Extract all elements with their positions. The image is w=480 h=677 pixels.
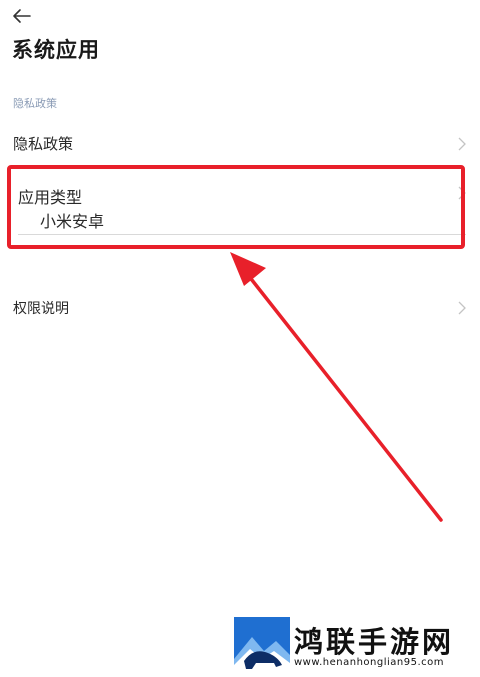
privacy-policy-label: 隐私政策 xyxy=(13,135,74,153)
arrow-left-icon xyxy=(13,9,31,23)
app-type-row[interactable]: 应用类型 小米安卓 xyxy=(0,178,480,238)
divider xyxy=(18,234,466,235)
app-type-value: 小米安卓 xyxy=(40,212,105,231)
section-header: 隐私政策 xyxy=(13,97,57,110)
watermark-url: www.henanhonglian95.com xyxy=(294,657,445,668)
chevron-right-icon xyxy=(458,186,466,200)
privacy-policy-row[interactable]: 隐私政策 xyxy=(0,125,480,161)
back-button[interactable] xyxy=(10,6,34,26)
bison-logo-icon xyxy=(234,617,290,673)
chevron-right-icon xyxy=(458,137,466,151)
chevron-right-icon xyxy=(458,301,466,315)
permissions-label: 权限说明 xyxy=(13,301,69,317)
watermark: 鸿联手游网 www.henanhonglian95.com xyxy=(234,617,474,673)
app-type-label: 应用类型 xyxy=(18,188,83,207)
page-title: 系统应用 xyxy=(12,38,100,62)
permissions-row[interactable]: 权限说明 xyxy=(0,290,480,326)
watermark-title: 鸿联手游网 xyxy=(294,625,455,659)
annotation-arrow xyxy=(230,252,443,522)
